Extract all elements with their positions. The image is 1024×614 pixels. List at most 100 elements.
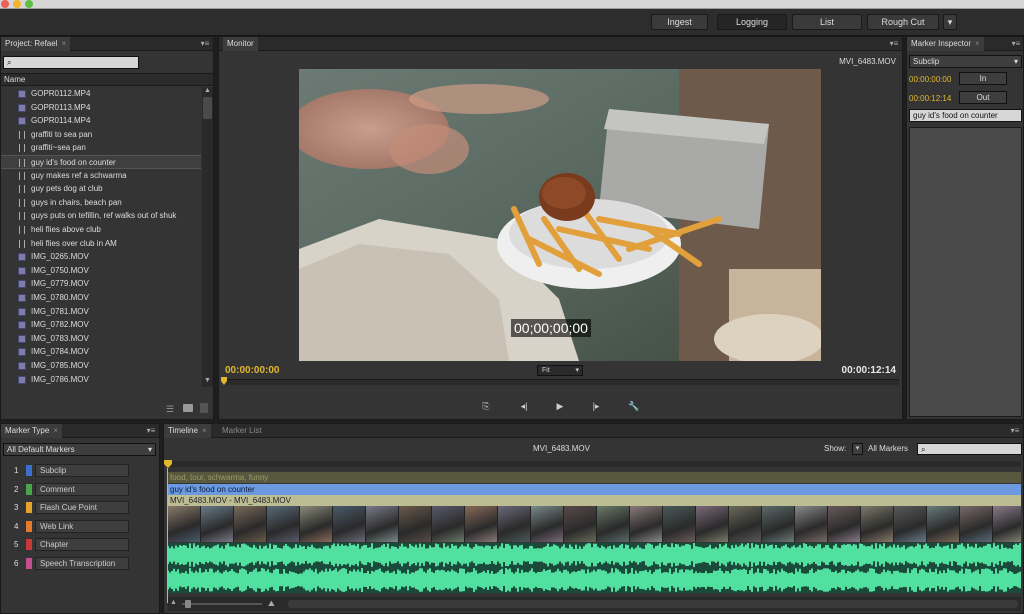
marker-filter-select[interactable]: All Default Markers ▾ bbox=[3, 443, 156, 456]
project-item[interactable]: GOPR0114.MP4 bbox=[1, 114, 201, 128]
close-tab-icon[interactable]: × bbox=[975, 39, 980, 48]
marker-type-item[interactable]: 5 Chapter bbox=[9, 538, 159, 551]
project-item[interactable]: IMG_0781.MOV bbox=[1, 305, 201, 319]
marker-comments-area[interactable] bbox=[909, 127, 1022, 417]
panel-menu-icon[interactable]: ▾≡ bbox=[145, 425, 157, 436]
marker-type-select[interactable]: Subclip ▾ bbox=[909, 55, 1022, 68]
step-back-icon[interactable]: ◂| bbox=[517, 399, 531, 413]
zoom-in-icon[interactable]: ⛰ bbox=[268, 599, 275, 609]
project-item[interactable]: guy makes ref a schwarma bbox=[1, 169, 201, 183]
project-item[interactable]: guys in chairs, beach pan bbox=[1, 196, 201, 210]
tab-marker-type[interactable]: Marker Type × bbox=[1, 424, 62, 438]
new-bin-folder-icon[interactable] bbox=[183, 404, 193, 412]
workspace-rough-cut-button[interactable]: Rough Cut bbox=[867, 14, 939, 30]
trash-icon[interactable] bbox=[200, 403, 208, 413]
project-item[interactable]: graffiti~sea pan bbox=[1, 141, 201, 155]
project-item[interactable]: IMG_0784.MOV bbox=[1, 345, 201, 359]
project-item[interactable]: IMG_0785.MOV bbox=[1, 359, 201, 373]
set-out-button[interactable]: Out bbox=[959, 91, 1007, 104]
project-item[interactable]: GOPR0112.MP4 bbox=[1, 87, 201, 101]
comment-marker-bar[interactable]: food, tour, schwarma, funny bbox=[168, 472, 1021, 483]
project-item[interactable]: IMG_0780.MOV bbox=[1, 291, 201, 305]
panel-menu-icon[interactable]: ▾≡ bbox=[1009, 425, 1021, 436]
marker-type-item[interactable]: 6 Speech Transcription bbox=[9, 556, 159, 570]
tab-marker-inspector[interactable]: Marker Inspector × bbox=[907, 37, 984, 51]
panel-menu-icon[interactable]: ▾≡ bbox=[199, 38, 211, 49]
marker-type-item[interactable]: 1 Subclip bbox=[9, 464, 159, 477]
tab-timeline[interactable]: Timeline × bbox=[164, 424, 211, 438]
zoom-window-icon[interactable] bbox=[25, 0, 33, 8]
tab-project[interactable]: Project: Refael × bbox=[1, 37, 71, 51]
clip-track-bar[interactable]: MVI_6483.MOV - MVI_6483.MOV bbox=[168, 495, 1021, 506]
marker-type-button[interactable]: Speech Transcription bbox=[35, 556, 129, 570]
marker-type-tab-label: Marker Type bbox=[5, 426, 50, 435]
play-icon[interactable]: ▶ bbox=[553, 399, 567, 413]
monitor-duration-timecode[interactable]: 00:00:12:14 bbox=[842, 365, 896, 376]
step-forward-icon[interactable]: |▸ bbox=[589, 399, 603, 413]
zoom-slider[interactable] bbox=[182, 603, 262, 605]
set-in-button[interactable]: In bbox=[959, 72, 1007, 85]
project-item[interactable]: guys puts on tefillin, ref walks out of … bbox=[1, 209, 201, 223]
project-item[interactable]: IMG_0750.MOV bbox=[1, 264, 201, 278]
zoom-slider-thumb[interactable] bbox=[185, 600, 191, 608]
workspace-menu-chevron-down-icon[interactable]: ▾ bbox=[943, 14, 957, 30]
scroll-thumb[interactable] bbox=[203, 97, 212, 119]
zoom-out-icon[interactable]: ▲ bbox=[170, 599, 177, 606]
video-thumbnail-strip[interactable] bbox=[168, 506, 1021, 542]
project-item[interactable]: guy pets dog at club bbox=[1, 182, 201, 196]
project-item[interactable]: GOPR0113.MP4 bbox=[1, 101, 201, 115]
tab-marker-list[interactable]: Marker List bbox=[218, 424, 266, 438]
project-item[interactable]: guy id's food on counter bbox=[1, 155, 201, 169]
tab-monitor[interactable]: Monitor bbox=[223, 37, 258, 51]
wrench-settings-icon[interactable]: 🔧 bbox=[627, 399, 641, 413]
close-tab-icon[interactable]: × bbox=[202, 426, 207, 435]
column-header-name[interactable]: Name bbox=[1, 73, 213, 86]
marker-type-item[interactable]: 4 Web Link bbox=[9, 519, 159, 533]
monitor-in-timecode[interactable]: 00:00:00:00 bbox=[225, 365, 279, 376]
workspace-logging-button[interactable]: Logging bbox=[717, 14, 787, 30]
project-item[interactable]: heli flies over club in AM bbox=[1, 237, 201, 251]
marker-type-item[interactable]: 3 Flash Cue Point bbox=[9, 501, 159, 514]
timeline-scrollbar[interactable] bbox=[288, 600, 1018, 608]
close-tab-icon[interactable]: × bbox=[61, 39, 66, 48]
marker-name-field[interactable]: guy id's food on counter bbox=[909, 109, 1022, 122]
loop-icon[interactable]: ⎘ bbox=[479, 399, 493, 413]
marker-type-item[interactable]: 2 Comment bbox=[9, 482, 159, 496]
project-item[interactable]: IMG_0265.MOV bbox=[1, 250, 201, 264]
panel-menu-icon[interactable]: ▾≡ bbox=[1010, 38, 1022, 49]
marker-type-button[interactable]: Web Link bbox=[35, 519, 129, 533]
project-scrollbar[interactable]: ▲ ▼ bbox=[202, 87, 213, 387]
project-item[interactable]: graffiti to sea pan bbox=[1, 128, 201, 142]
workspace-ingest-button[interactable]: Ingest bbox=[651, 14, 708, 30]
show-filter-value[interactable]: All Markers bbox=[868, 444, 908, 453]
close-tab-icon[interactable]: × bbox=[53, 426, 58, 435]
panel-menu-icon[interactable]: ▾≡ bbox=[888, 38, 900, 49]
project-search-input[interactable]: ⌕ bbox=[3, 56, 139, 69]
zoom-level-select[interactable]: Fit ▾ bbox=[537, 365, 583, 376]
marker-type-button[interactable]: Comment bbox=[35, 482, 129, 496]
scroll-up-icon[interactable]: ▲ bbox=[203, 87, 212, 96]
project-item[interactable]: IMG_0779.MOV bbox=[1, 277, 201, 291]
timeline-ruler[interactable] bbox=[168, 461, 1021, 467]
marker-in-timecode[interactable]: 00:00:00:00 bbox=[909, 75, 951, 84]
subclip-marker-bar[interactable]: guy id's food on counter bbox=[168, 484, 1021, 495]
marker-type-button[interactable]: Subclip bbox=[35, 464, 129, 477]
project-item[interactable]: IMG_0782.MOV bbox=[1, 318, 201, 332]
project-item[interactable]: heli flies above club bbox=[1, 223, 201, 237]
audio-waveform-track[interactable] bbox=[168, 543, 1021, 593]
list-view-icon[interactable]: ☰ bbox=[166, 404, 176, 414]
marker-out-timecode[interactable]: 00:00:12:14 bbox=[909, 94, 951, 103]
timeline-search-input[interactable]: ⌕ bbox=[917, 443, 1022, 455]
show-filter-chevron-down-icon[interactable]: ▾ bbox=[852, 443, 863, 455]
video-frame[interactable]: 00;00;00;00 bbox=[299, 69, 821, 361]
marker-color-swatch bbox=[26, 502, 32, 513]
project-item[interactable]: IMG_0783.MOV bbox=[1, 332, 201, 346]
close-window-icon[interactable] bbox=[1, 0, 9, 8]
project-item[interactable]: IMG_0786.MOV bbox=[1, 373, 201, 387]
scrub-bar[interactable] bbox=[223, 379, 899, 385]
marker-type-button[interactable]: Flash Cue Point bbox=[35, 501, 129, 514]
workspace-list-button[interactable]: List bbox=[792, 14, 862, 30]
minimize-window-icon[interactable] bbox=[13, 0, 21, 8]
scroll-down-icon[interactable]: ▼ bbox=[203, 377, 212, 386]
marker-type-button[interactable]: Chapter bbox=[35, 538, 129, 551]
